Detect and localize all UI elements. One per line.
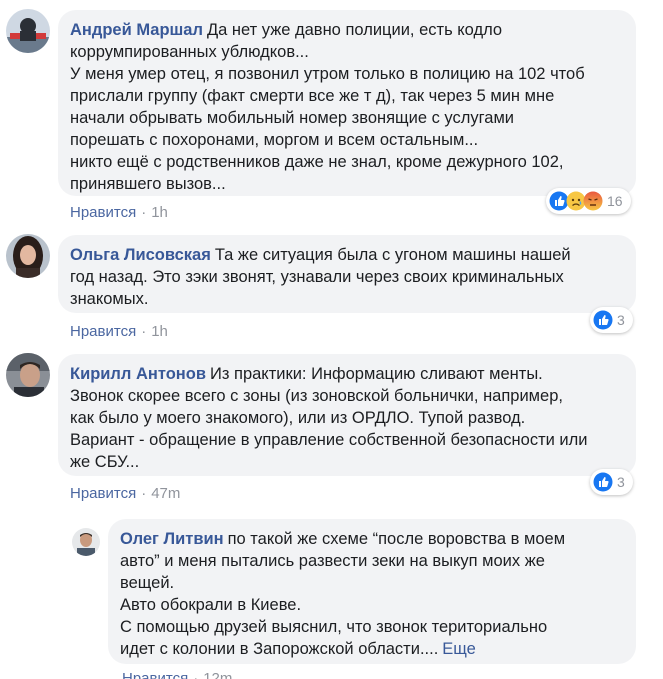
- reaction-count: 3: [617, 474, 625, 490]
- comment-text: по такой же схеме “после воровства в мое…: [227, 530, 566, 548]
- avatar[interactable]: [6, 353, 50, 397]
- reaction-count: 16: [607, 193, 623, 209]
- comment-text: принявшего вызов...: [70, 175, 226, 193]
- comment-text: никто ещё с родственников даже не знал, …: [70, 153, 564, 171]
- separator: ·: [141, 485, 147, 502]
- reactions-summary[interactable]: 3: [590, 307, 633, 333]
- comment-actions: Нравится · 1h: [70, 204, 168, 221]
- see-more-link[interactable]: Еще: [442, 640, 476, 658]
- comment-text: порешать с похоронами, моргом и всем ост…: [70, 131, 479, 149]
- separator: ·: [141, 204, 147, 221]
- comment-text: Та же ситуация была с угоном машины наше…: [214, 246, 571, 264]
- like-icon: [593, 310, 613, 330]
- like-icon: [593, 472, 613, 492]
- comment-text: Вариант - обращение в управление собстве…: [70, 431, 588, 449]
- avatar[interactable]: [72, 528, 100, 556]
- reactions-summary[interactable]: 3: [590, 469, 633, 495]
- comment-text: знакомых.: [70, 290, 149, 308]
- timestamp[interactable]: 1h: [151, 204, 168, 221]
- comment-actions: Нравится · 1h: [70, 323, 168, 340]
- timestamp[interactable]: 47m: [151, 485, 180, 502]
- comment-bubble: Кирилл Антонов Из практики: Информацию сл…: [58, 354, 636, 476]
- comment-author[interactable]: Олег Литвин: [120, 530, 224, 548]
- comment-author[interactable]: Андрей Маршал: [70, 21, 203, 39]
- comment-bubble: Ольга Лисовская Та же ситуация была с уго…: [58, 235, 636, 313]
- comment-text: же СБУ...: [70, 453, 140, 471]
- comment-text: У меня умер отец, я позвонил утром тольк…: [70, 65, 585, 83]
- reaction-count: 3: [617, 312, 625, 328]
- comment-text: вещей.: [120, 574, 175, 592]
- reactions-summary[interactable]: 16: [546, 188, 631, 214]
- comment-text: год назад. Это зэки звонят, узнавали чер…: [70, 268, 564, 286]
- comment-text: Звонок скорее всего с зоны (из зоновской…: [70, 387, 563, 405]
- comment-actions: Нравится · 12m: [122, 670, 232, 679]
- comment-text: как было у моего знакомого), или из ОРДЛ…: [70, 409, 526, 427]
- comment-text: Авто обокрали в Киеве.: [120, 596, 302, 614]
- like-button[interactable]: Нравится: [122, 670, 188, 679]
- comment-bubble: Олег Литвин по такой же схеме “после воро…: [108, 519, 636, 664]
- angry-icon: [583, 191, 603, 211]
- comment-text: идет с колонии в Запорожской области....: [120, 640, 439, 658]
- timestamp[interactable]: 12m: [203, 670, 232, 679]
- separator: ·: [141, 323, 147, 340]
- comment-text: прислали группу (факт смерти все же т д)…: [70, 87, 555, 105]
- comment-text: Из практики: Информацию сливают менты.: [210, 365, 543, 383]
- timestamp[interactable]: 1h: [151, 323, 168, 340]
- comment-author[interactable]: Ольга Лисовская: [70, 246, 211, 264]
- comment-text: коррумпированных ублюдков...: [70, 43, 309, 61]
- avatar[interactable]: [6, 9, 50, 53]
- like-button[interactable]: Нравится: [70, 323, 136, 340]
- comment-text: С помощью друзей выяснил, что звонок тер…: [120, 618, 548, 636]
- comment-text: авто” и меня пытались развести зеки на в…: [120, 552, 545, 570]
- like-button[interactable]: Нравится: [70, 485, 136, 502]
- comment-actions: Нравится · 47m: [70, 485, 180, 502]
- comment-author[interactable]: Кирилл Антонов: [70, 365, 206, 383]
- avatar[interactable]: [6, 234, 50, 278]
- separator: ·: [193, 670, 199, 679]
- like-button[interactable]: Нравится: [70, 204, 136, 221]
- comment-text: Да нет уже давно полиции, есть кодло: [206, 21, 503, 39]
- comment-text: начали обрывать мобильный номер звонящие…: [70, 109, 515, 127]
- comment-bubble: Андрей Маршал Да нет уже давно полиции, е…: [58, 10, 636, 196]
